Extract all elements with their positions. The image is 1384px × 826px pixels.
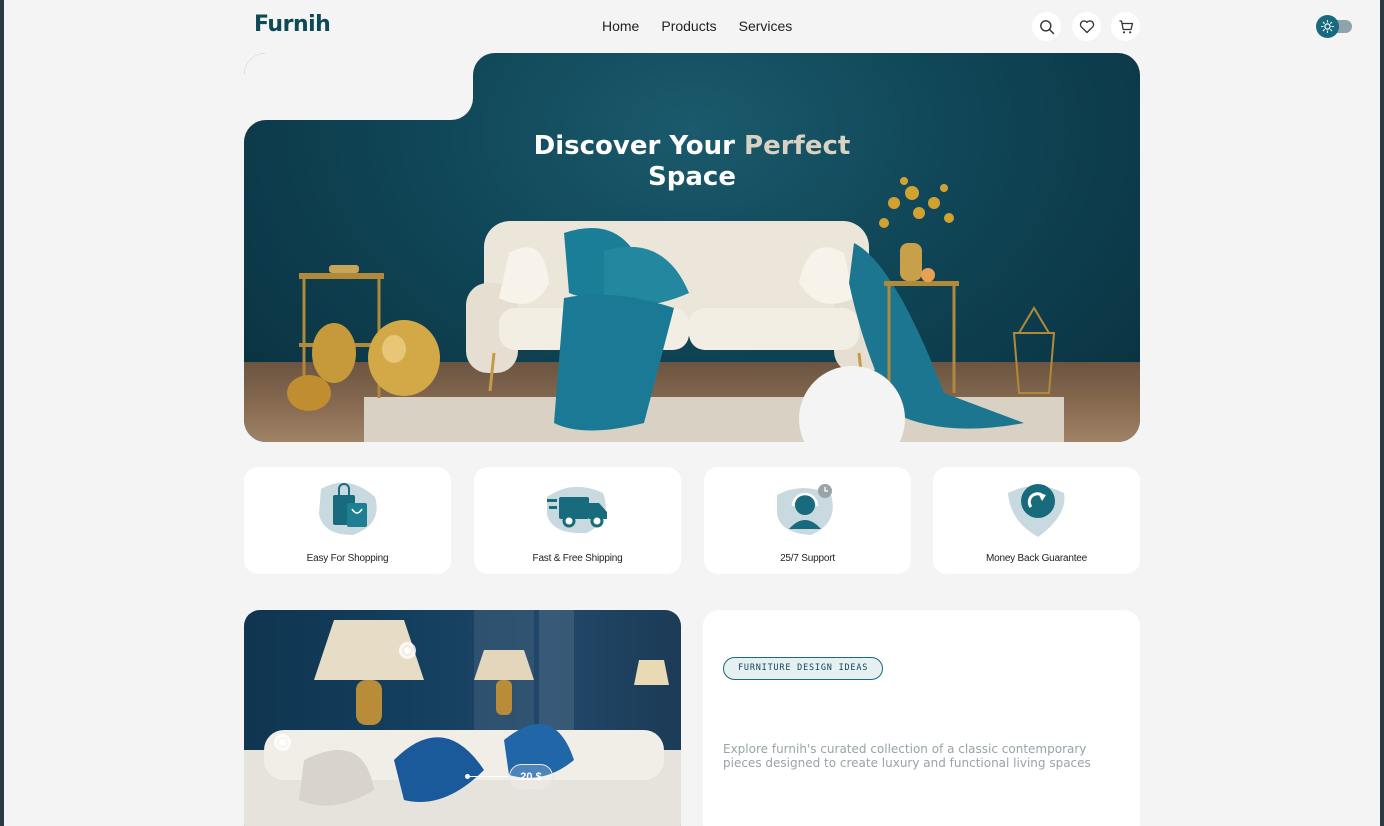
page: Furnih Home Products Services Discover Y… (4, 0, 1380, 826)
shopping-bag-icon (319, 482, 377, 535)
price-tag[interactable]: 20.$ (509, 764, 553, 789)
hero-corner-cutout (244, 53, 473, 120)
wishlist-button[interactable] (1072, 12, 1101, 41)
feature-label: 25/7 Support (780, 553, 835, 564)
feature-label: Easy For Shopping (306, 553, 389, 564)
living-room-illustration (244, 610, 681, 826)
feature-card-shopping: Easy For Shopping (244, 467, 451, 574)
price-pointer-line (468, 776, 510, 777)
hotspot-sofa[interactable] (274, 734, 291, 751)
search-icon (1039, 19, 1054, 34)
nav-home[interactable]: Home (602, 18, 639, 34)
heart-icon (1079, 20, 1094, 34)
sofa (466, 221, 1024, 431)
toggle-knob (1316, 15, 1339, 38)
money-back-icon (1008, 484, 1065, 537)
truck-icon (547, 486, 607, 534)
living-room-photo: 20.$ (244, 610, 681, 826)
support-headset-icon (777, 484, 833, 535)
hero-title: Discover Your Perfect Space (244, 131, 1140, 193)
search-button[interactable] (1032, 12, 1061, 41)
price-pointer-dot (465, 774, 470, 779)
theme-toggle[interactable] (1316, 15, 1352, 38)
cart-button[interactable] (1111, 12, 1140, 41)
feature-card-guarantee: Money Back Guarantee (933, 467, 1140, 574)
lantern (1012, 306, 1056, 394)
feature-card-shipping: Fast & Free Shipping (474, 467, 681, 574)
brand-logo[interactable]: Furnih (254, 12, 331, 37)
feature-label: Money Back Guarantee (985, 553, 1088, 564)
hero-banner: Discover Your Perfect Space (244, 53, 1140, 442)
promo-card: FURNITURE DESIGN IDEAS Explore furnih's … (703, 610, 1140, 826)
hero-corner-curve-a (473, 53, 517, 97)
hero-title-line2: Space (648, 162, 736, 192)
sun-icon (1321, 20, 1334, 33)
nav-products[interactable]: Products (661, 18, 716, 34)
hero-title-accent: Perfect (744, 131, 851, 161)
promo-description: Explore furnih's curated collection of a… (723, 742, 1091, 770)
category-tag[interactable]: FURNITURE DESIGN IDEAS (723, 657, 884, 680)
feature-card-support: 25/7 Support (704, 467, 911, 574)
nav-services[interactable]: Services (739, 18, 793, 34)
cart-icon (1119, 19, 1133, 33)
hotspot-lamp[interactable] (399, 642, 416, 659)
main-nav: Home Products Services (602, 18, 792, 34)
feature-label: Fast & Free Shipping (532, 553, 623, 564)
hero-title-main: Discover Your (533, 131, 745, 161)
